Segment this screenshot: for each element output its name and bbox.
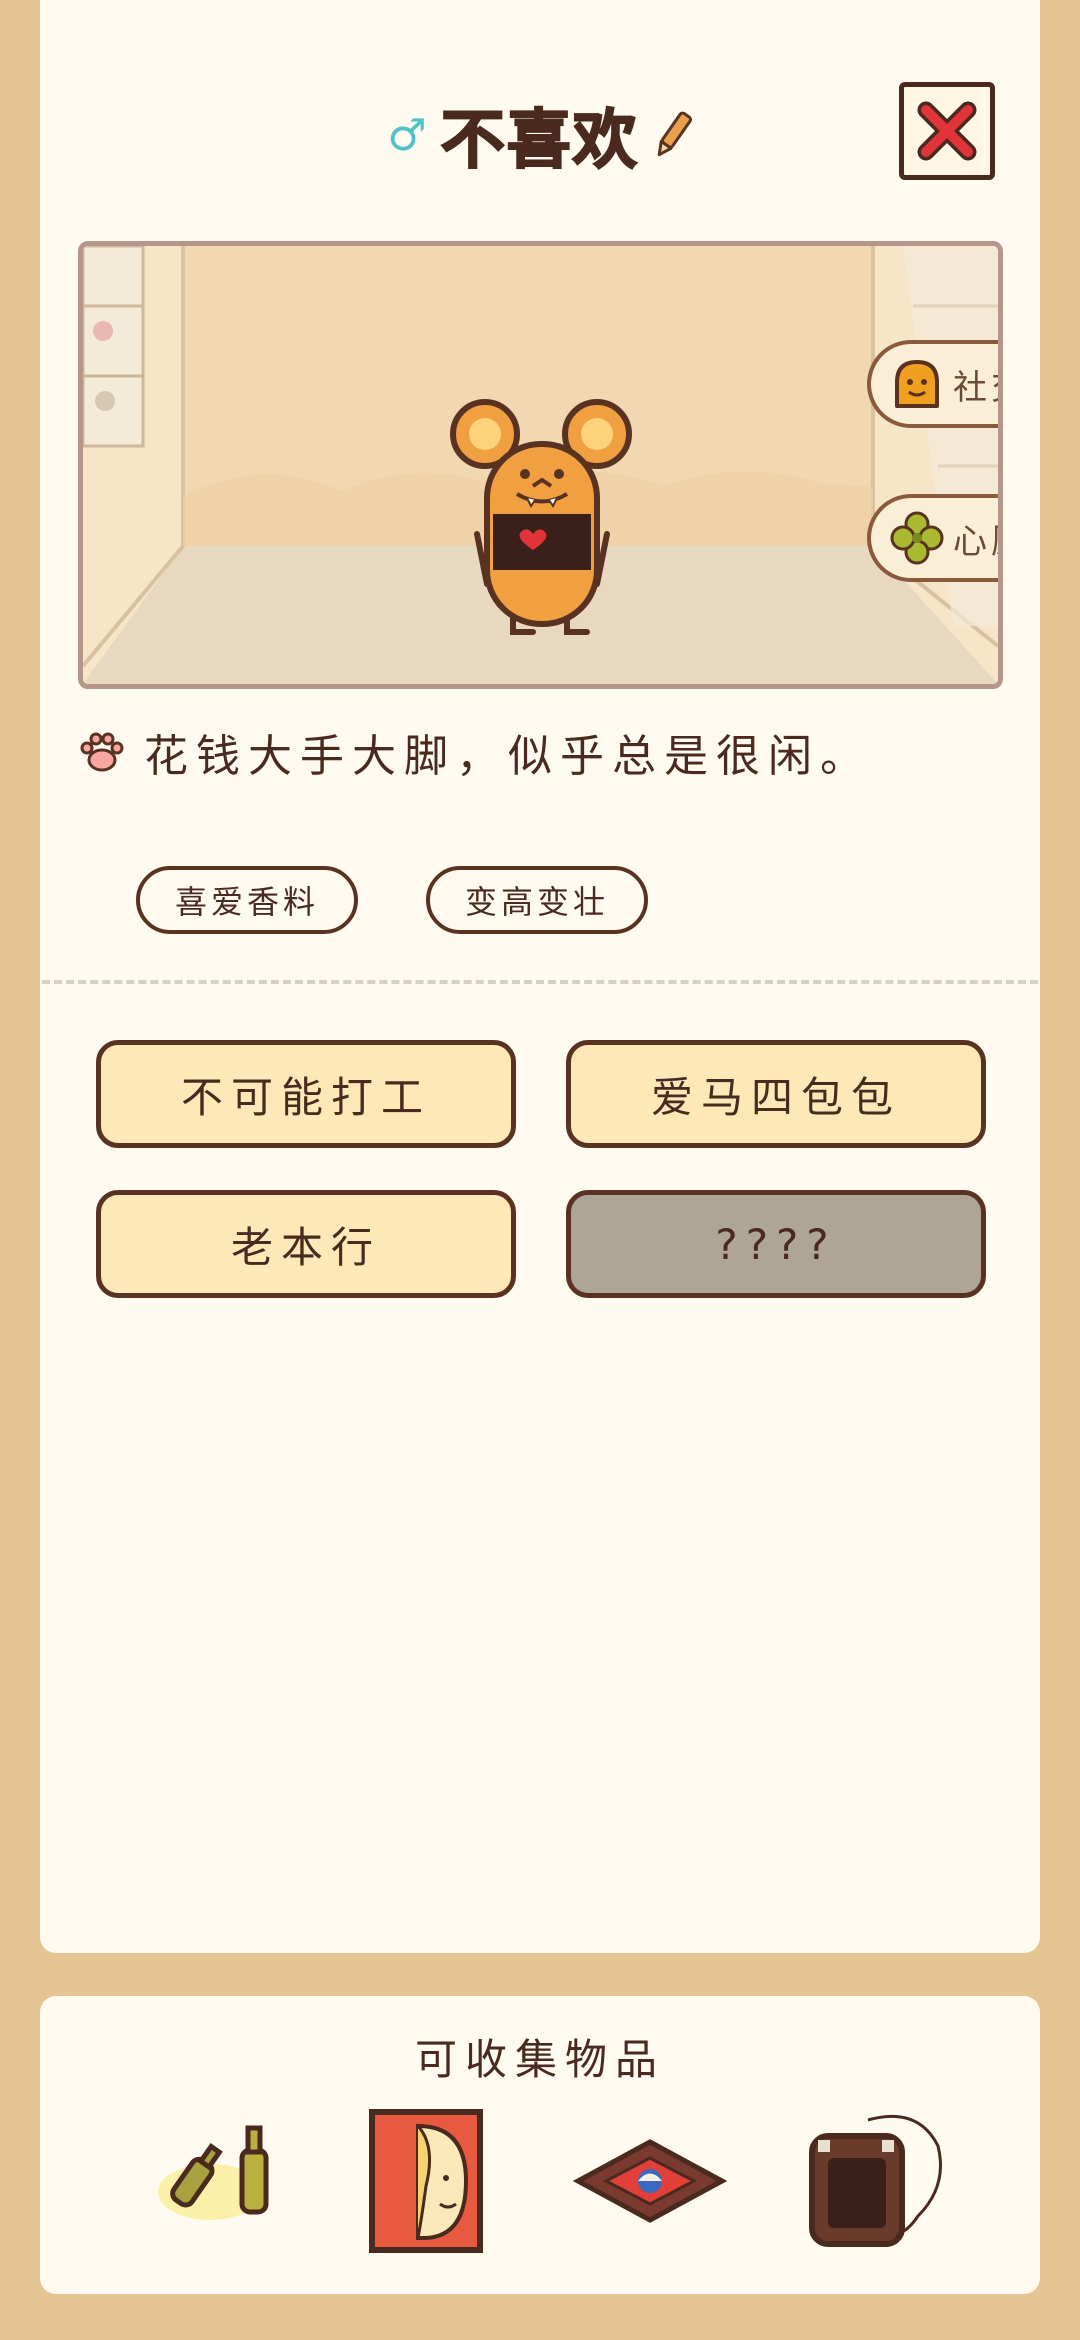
edit-name-pencil-icon[interactable] [653,109,693,161]
character-scene: 社交 心愿 [78,241,1003,689]
collectibles-title: 可收集物品 [414,2035,665,2084]
close-icon [917,101,977,161]
hamster-character[interactable] [447,394,647,644]
collectibles-panel: 可收集物品 [40,1996,1040,2294]
trait-button[interactable]: 不可能打工 [96,1040,516,1148]
locked-trait-button[interactable]: ???? [566,1190,986,1298]
trait-button[interactable]: 老本行 [96,1190,516,1298]
super-poster-icon[interactable] [366,2106,486,2256]
section-divider [42,980,1038,984]
trait-button[interactable]: 爱马四包包 [566,1040,986,1148]
character-name: 不喜欢 [440,103,639,179]
description-row: 花钱大手大脚，似乎总是很闲。 [78,720,1018,784]
character-card: ♂ 不喜欢 社 心 花钱大手大脚，似乎总是很闲。 喜爱香料 变高变壮 不可能打工… [40,0,1040,1953]
wish-button[interactable]: 心愿 [867,494,998,582]
social-button[interactable]: 社交 [867,340,998,428]
rug-icon[interactable] [572,2136,728,2226]
male-gender-icon: ♂ [387,109,427,161]
tag-chip[interactable]: 喜爱香料 [136,866,358,934]
backpack-icon[interactable] [798,2106,948,2256]
title-row: ♂ 不喜欢 [40,85,1040,185]
bottles-icon[interactable] [152,2114,292,2234]
social-label: 社交 [953,367,998,408]
paw-icon [80,732,124,772]
clover-icon [890,511,944,565]
wish-label: 心愿 [953,521,998,562]
tag-chip[interactable]: 变高变壮 [426,866,648,934]
close-button[interactable] [899,82,995,180]
social-icon [895,360,939,408]
character-description: 花钱大手大脚，似乎总是很闲。 [144,731,872,782]
